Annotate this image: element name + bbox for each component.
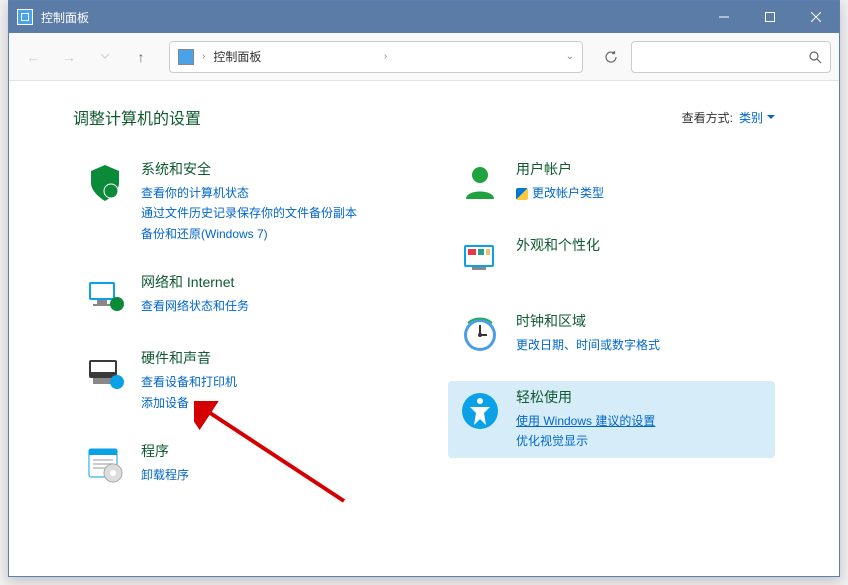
category-link[interactable]: 更改日期、时间或数字格式: [516, 335, 767, 355]
category-link[interactable]: 查看你的计算机状态: [141, 183, 392, 203]
category-users: 用户帐户更改帐户类型: [448, 153, 775, 213]
view-by-dropdown[interactable]: 类别: [739, 109, 775, 126]
category-title-users[interactable]: 用户帐户: [516, 159, 767, 179]
category-title-hardware[interactable]: 硬件和声音: [141, 348, 392, 368]
category-link[interactable]: 使用 Windows 建议的设置: [516, 411, 767, 431]
maximize-button[interactable]: [747, 1, 793, 33]
minimize-button[interactable]: [701, 1, 747, 33]
category-ease: 轻松使用使用 Windows 建议的设置优化视觉显示: [448, 381, 775, 458]
refresh-button[interactable]: [595, 41, 627, 73]
address-bar[interactable]: › 控制面板 › ⌄: [169, 41, 583, 73]
category-link[interactable]: 通过文件历史记录保存你的文件备份副本: [141, 203, 392, 223]
right-column: 用户帐户更改帐户类型外观和个性化时钟和区域更改日期、时间或数字格式轻松使用使用 …: [448, 153, 775, 495]
category-title-network[interactable]: 网络和 Internet: [141, 272, 392, 292]
appearance-icon: [456, 235, 504, 283]
content-header: 调整计算机的设置 查看方式: 类别: [73, 105, 775, 129]
users-icon: [456, 159, 504, 207]
clock-icon: [456, 311, 504, 359]
content-area: 调整计算机的设置 查看方式: 类别 系统和安全查看你的计算机状态通过文件历史记录…: [9, 81, 839, 576]
category-title-appearance[interactable]: 外观和个性化: [516, 235, 767, 255]
nav-back-button[interactable]: ←: [17, 41, 49, 73]
address-path: 控制面板: [213, 48, 375, 65]
search-bar[interactable]: [631, 41, 831, 73]
category-title-ease[interactable]: 轻松使用: [516, 387, 767, 407]
view-by: 查看方式: 类别: [682, 109, 775, 126]
chevron-icon: ›: [202, 51, 205, 62]
nav-dropdown-button[interactable]: [89, 41, 121, 73]
category-link[interactable]: 查看网络状态和任务: [141, 296, 392, 316]
page-title: 调整计算机的设置: [73, 105, 201, 129]
navbar: ← → ↑ › 控制面板 › ⌄: [9, 33, 839, 81]
category-clock: 时钟和区域更改日期、时间或数字格式: [448, 305, 775, 365]
category-body: 时钟和区域更改日期、时间或数字格式: [516, 311, 767, 359]
category-body: 轻松使用使用 Windows 建议的设置优化视觉显示: [516, 387, 767, 452]
category-body: 硬件和声音查看设备和打印机添加设备: [141, 348, 392, 413]
control-panel-window: 控制面板 ← → ↑ › 控制面板 › ⌄: [8, 0, 840, 577]
category-system: 系统和安全查看你的计算机状态通过文件历史记录保存你的文件备份副本备份和还原(Wi…: [73, 153, 400, 250]
category-link[interactable]: 查看设备和打印机: [141, 372, 392, 392]
chevron-icon: ›: [384, 51, 387, 62]
category-link[interactable]: 添加设备: [141, 393, 392, 413]
category-appearance: 外观和个性化: [448, 229, 775, 289]
window-controls: [701, 1, 839, 33]
category-body: 用户帐户更改帐户类型: [516, 159, 767, 207]
category-link[interactable]: 更改帐户类型: [516, 183, 767, 203]
category-body: 网络和 Internet 查看网络状态和任务: [141, 272, 392, 320]
category-programs: 程序卸载程序: [73, 435, 400, 495]
ease-icon: [456, 387, 504, 435]
category-title-programs[interactable]: 程序: [141, 441, 392, 461]
address-dropdown-icon[interactable]: ⌄: [566, 51, 574, 62]
category-hardware: 硬件和声音查看设备和打印机添加设备: [73, 342, 400, 419]
category-network: 网络和 Internet 查看网络状态和任务: [73, 266, 400, 326]
close-button[interactable]: [793, 1, 839, 33]
category-title-clock[interactable]: 时钟和区域: [516, 311, 767, 331]
network-icon: [81, 272, 129, 320]
system-icon: [81, 159, 129, 207]
titlebar: 控制面板: [9, 1, 839, 33]
category-title-system[interactable]: 系统和安全: [141, 159, 392, 179]
window-title: 控制面板: [41, 9, 701, 26]
view-by-label: 查看方式:: [682, 109, 733, 126]
categories-grid: 系统和安全查看你的计算机状态通过文件历史记录保存你的文件备份副本备份和还原(Wi…: [73, 153, 775, 495]
category-body: 系统和安全查看你的计算机状态通过文件历史记录保存你的文件备份副本备份和还原(Wi…: [141, 159, 392, 244]
search-input[interactable]: [640, 50, 808, 64]
category-link[interactable]: 卸载程序: [141, 465, 392, 485]
app-icon: [17, 9, 33, 25]
left-column: 系统和安全查看你的计算机状态通过文件历史记录保存你的文件备份副本备份和还原(Wi…: [73, 153, 400, 495]
nav-up-button[interactable]: ↑: [125, 41, 157, 73]
address-icon: [178, 49, 194, 65]
nav-forward-button[interactable]: →: [53, 41, 85, 73]
category-body: 外观和个性化: [516, 235, 767, 283]
programs-icon: [81, 441, 129, 489]
category-body: 程序卸载程序: [141, 441, 392, 489]
search-icon[interactable]: [808, 50, 822, 64]
hardware-icon: [81, 348, 129, 396]
category-link[interactable]: 优化视觉显示: [516, 431, 767, 451]
category-link[interactable]: 备份和还原(Windows 7): [141, 224, 392, 244]
